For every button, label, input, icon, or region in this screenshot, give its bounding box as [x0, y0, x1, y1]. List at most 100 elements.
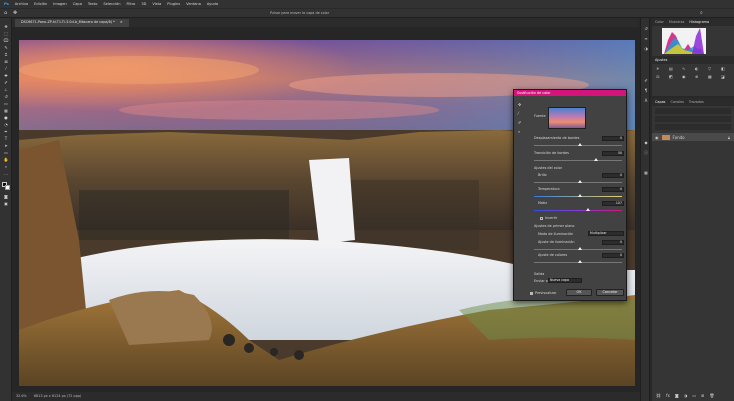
bw-icon[interactable]: ◩ — [669, 74, 679, 79]
healing-brush-icon[interactable]: ✚ — [3, 73, 9, 78]
eyedropper-icon[interactable]: ⁄ — [3, 66, 9, 71]
menu-item-plugins[interactable]: Plugins — [167, 2, 180, 6]
adjust-layer-icon[interactable]: ◑ — [684, 393, 688, 398]
menu-item-ayuda[interactable]: Ayuda — [207, 2, 218, 6]
brush-icon[interactable]: ✐ — [3, 80, 9, 85]
marquee-icon[interactable]: ⬚ — [3, 31, 9, 36]
edge-fade-thumb[interactable] — [594, 158, 598, 161]
menu-item-capa[interactable]: Capa — [73, 2, 82, 6]
zoom-tool-icon[interactable]: ⌕ — [518, 129, 521, 134]
color-adjust-thumb[interactable] — [578, 260, 582, 263]
dodge-icon[interactable]: ◔ — [3, 122, 9, 127]
libraries-icon[interactable]: ◆ — [643, 140, 649, 146]
paragraph-icon[interactable]: ¶ — [643, 88, 649, 94]
shape-icon[interactable]: ▭ — [3, 150, 9, 155]
menu-item-ventana[interactable]: Ventana — [186, 2, 201, 6]
tab-histogram[interactable]: Histograma — [689, 20, 709, 24]
eye-icon[interactable]: ◉ — [655, 135, 659, 140]
edge-fade-slider[interactable] — [534, 160, 622, 161]
menu-item-3d[interactable]: 3D — [141, 2, 146, 6]
layer-filter-bar[interactable] — [655, 108, 731, 114]
curves-icon[interactable]: ∿ — [682, 66, 692, 71]
blend-mode-select[interactable] — [655, 116, 731, 122]
brush-settings-icon[interactable]: ✐ — [643, 78, 649, 84]
swatches-icon[interactable]: ▦ — [643, 170, 649, 176]
output-select[interactable]: Nueva capa — [548, 278, 582, 283]
tab-color[interactable]: Color — [655, 20, 664, 24]
hand-icon[interactable]: ✋ — [3, 157, 9, 162]
quick-select-icon[interactable]: ✎ — [3, 45, 9, 50]
menu-item-seleccion[interactable]: Selección — [103, 2, 120, 6]
color-balance-icon[interactable]: ⚖ — [656, 74, 666, 79]
brightness-thumb[interactable] — [578, 180, 582, 183]
app-icon[interactable]: Ps — [4, 2, 9, 6]
crop-icon[interactable]: ⌗ — [3, 52, 9, 57]
temperature-value[interactable]: 0 — [602, 187, 624, 192]
info-icon[interactable]: ⓘ — [643, 150, 649, 156]
tab-layers[interactable]: Capas — [655, 100, 665, 104]
photo-filter-icon[interactable]: ◉ — [682, 74, 692, 79]
history-icon[interactable]: ↺ — [643, 26, 649, 32]
edge-shift-value[interactable]: 0 — [602, 136, 624, 141]
invert-checkbox[interactable] — [540, 216, 543, 220]
dropper-tool-icon[interactable]: ⁄ — [518, 111, 521, 116]
blur-icon[interactable]: ● — [3, 115, 9, 120]
source-swatch[interactable] — [548, 107, 586, 129]
lookup-icon[interactable]: ▦ — [708, 74, 718, 79]
cancel-button[interactable]: Cancelar — [596, 289, 624, 296]
path-select-icon[interactable]: ➤ — [3, 143, 9, 148]
stamp-icon[interactable]: ⊥ — [3, 87, 9, 92]
hue-thumb[interactable] — [586, 208, 590, 211]
frame-icon[interactable]: ⊠ — [3, 59, 9, 64]
layer-row[interactable]: ◉ Fondo 🔒︎ — [652, 133, 734, 141]
menu-item-texto[interactable]: Texto — [88, 2, 97, 6]
move-tool-icon[interactable]: ✥ — [13, 10, 17, 16]
hue-value[interactable]: 107 — [602, 201, 624, 206]
link-icon[interactable]: ⛓ — [656, 393, 661, 398]
group-icon[interactable]: ▭ — [692, 393, 696, 398]
lasso-icon[interactable]: ↀ — [3, 38, 9, 43]
channel-mixer-icon[interactable]: ⊕ — [695, 74, 705, 79]
fx-icon[interactable]: fx — [666, 393, 670, 398]
tab-paths[interactable]: Trazados — [689, 100, 704, 104]
edge-fade-value[interactable]: 50 — [602, 151, 624, 156]
quick-mask-icon[interactable]: ◙ — [3, 194, 9, 199]
blend-mode-select[interactable]: Multiplicar — [588, 231, 624, 236]
background-color-swatch[interactable] — [5, 185, 10, 190]
menu-item-archivo[interactable]: Archivo — [15, 2, 28, 6]
new-layer-icon[interactable]: ⊞ — [701, 393, 704, 398]
home-icon[interactable]: ⌂ — [4, 10, 7, 16]
ok-button[interactable]: OK — [566, 289, 592, 296]
invert-icon[interactable]: ◪ — [721, 74, 731, 79]
tab-channels[interactable]: Canales — [670, 100, 683, 104]
menu-item-vista[interactable]: Vista — [152, 2, 161, 6]
gradient-icon[interactable]: ▦ — [3, 108, 9, 113]
layer-name[interactable]: Fondo — [673, 135, 685, 140]
mask-icon[interactable]: ◙ — [675, 393, 679, 398]
hand-tool-icon[interactable]: ✥ — [518, 102, 521, 107]
levels-icon[interactable]: ▤ — [669, 66, 679, 71]
vibrance-icon[interactable]: ▽ — [708, 66, 718, 71]
properties-icon[interactable]: ≡ — [643, 36, 649, 42]
lighten-thumb[interactable] — [578, 247, 582, 250]
tab-adjustments[interactable]: Ajustes — [655, 58, 667, 62]
hue-icon[interactable]: ◧ — [721, 66, 731, 71]
brightness-icon[interactable]: ☀ — [656, 66, 666, 71]
edge-shift-thumb[interactable] — [578, 143, 582, 146]
invert-row[interactable]: Invertir — [540, 216, 557, 220]
menu-item-filtro[interactable]: Filtro — [127, 2, 136, 6]
menu-item-edicion[interactable]: Edición — [34, 2, 47, 6]
tab-swatches[interactable]: Muestras — [669, 20, 685, 24]
history-brush-icon[interactable]: ↺ — [3, 94, 9, 99]
close-icon[interactable]: × — [120, 20, 123, 24]
brush-tool-icon[interactable]: ✐ — [518, 120, 521, 125]
temperature-thumb[interactable] — [578, 194, 582, 197]
adjustments-icon[interactable]: ◑ — [643, 46, 649, 52]
more-tools-icon[interactable]: … — [3, 171, 9, 176]
zoom-level[interactable]: 32.6% — [16, 394, 27, 398]
pen-icon[interactable]: ✒ — [3, 129, 9, 134]
trash-icon[interactable]: 🗑︎ — [709, 393, 714, 398]
color-adjust-value[interactable]: 0 — [602, 253, 624, 258]
character-icon[interactable]: A — [643, 98, 649, 104]
preview-row[interactable]: Previsualizar — [530, 291, 556, 295]
